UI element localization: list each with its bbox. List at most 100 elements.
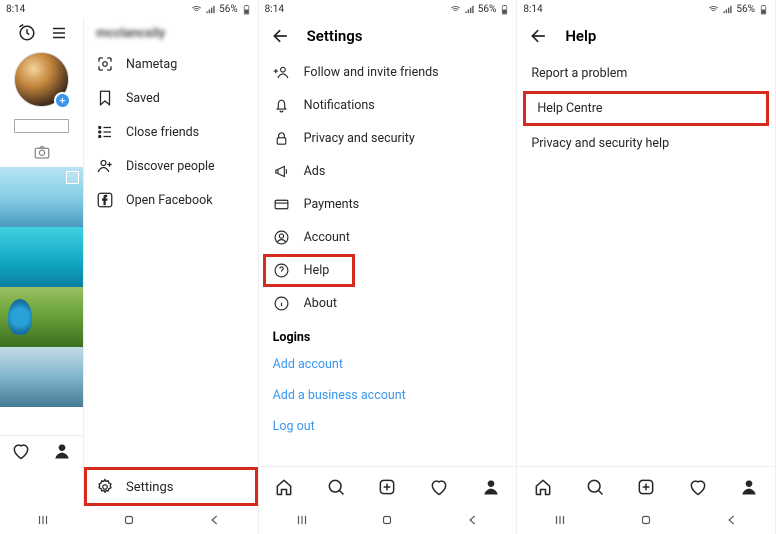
help-item-privacy-help[interactable]: Privacy and security help — [517, 126, 775, 161]
hamburger-icon[interactable] — [50, 24, 68, 42]
help-item-help-centre[interactable]: Help Centre — [523, 91, 769, 126]
sys-back-icon[interactable] — [208, 513, 222, 527]
settings-item-label: About — [304, 296, 337, 311]
logins-section-title: Logins — [263, 320, 513, 349]
settings-list: Follow and invite friends Notifications … — [259, 56, 517, 466]
avatar[interactable] — [14, 52, 69, 107]
drawer-item-discover[interactable]: Discover people — [84, 149, 258, 183]
profile-icon[interactable] — [739, 477, 759, 497]
panel-help: 8:14 56% Help Report a problem Help Cent… — [517, 0, 776, 534]
system-nav — [517, 506, 775, 534]
status-bar: 8:14 56% — [259, 0, 517, 18]
status-bar: 8:14 56% — [517, 0, 775, 18]
settings-item-account[interactable]: Account — [263, 221, 513, 254]
heart-icon[interactable] — [11, 441, 31, 461]
sys-home-icon[interactable] — [122, 513, 136, 527]
archive-icon[interactable] — [18, 24, 36, 42]
sys-back-icon[interactable] — [725, 513, 739, 527]
post-grid — [0, 167, 83, 407]
wifi-icon — [191, 4, 202, 15]
profile-icon[interactable] — [481, 477, 501, 497]
tagged-icon[interactable] — [33, 143, 51, 161]
profile-left-strip — [0, 18, 83, 506]
sys-home-icon[interactable] — [639, 513, 653, 527]
system-nav — [259, 506, 517, 534]
back-icon[interactable] — [271, 26, 291, 46]
settings-item-privacy[interactable]: Privacy and security — [263, 122, 513, 155]
page-title: Settings — [307, 27, 363, 45]
heart-icon[interactable] — [429, 477, 449, 497]
signal-icon — [205, 4, 216, 15]
sys-recent-icon[interactable] — [36, 513, 50, 527]
drawer-item-nametag[interactable]: Nametag — [84, 47, 258, 81]
search-icon[interactable] — [585, 477, 605, 497]
sys-back-icon[interactable] — [466, 513, 480, 527]
bottom-nav — [259, 466, 517, 506]
panel-profile-drawer: 8:14 56% — [0, 0, 259, 534]
heart-icon[interactable] — [688, 477, 708, 497]
help-item-label: Report a problem — [531, 66, 627, 81]
signal-icon — [722, 4, 733, 15]
add-post-icon[interactable] — [636, 477, 656, 497]
wifi-icon — [708, 4, 719, 15]
help-header: Help — [517, 18, 775, 56]
settings-item-help[interactable]: Help — [263, 254, 356, 287]
status-bar: 8:14 56% — [0, 0, 258, 18]
help-icon — [273, 262, 290, 279]
home-icon[interactable] — [274, 477, 294, 497]
status-battery-pct: 56% — [478, 4, 497, 15]
sys-home-icon[interactable] — [380, 513, 394, 527]
post-thumbnail[interactable] — [0, 167, 83, 227]
settings-item-payments[interactable]: Payments — [263, 188, 513, 221]
home-icon[interactable] — [533, 477, 553, 497]
bottom-nav — [517, 466, 775, 506]
status-time: 8:14 — [265, 4, 284, 15]
system-nav — [0, 506, 258, 534]
post-thumbnail[interactable] — [0, 227, 83, 287]
help-item-label: Help Centre — [537, 101, 602, 116]
drawer-item-settings[interactable]: Settings — [84, 467, 258, 506]
battery-icon — [758, 4, 769, 15]
battery-icon — [241, 4, 252, 15]
back-icon[interactable] — [529, 26, 549, 46]
drawer-item-label: Close friends — [126, 125, 199, 140]
drawer-item-close-friends[interactable]: Close friends — [84, 115, 258, 149]
drawer-username[interactable]: mcclancsily — [84, 18, 258, 47]
drawer-item-open-facebook[interactable]: Open Facebook — [84, 183, 258, 217]
add-business-account-link[interactable]: Add a business account — [263, 380, 513, 411]
post-thumbnail[interactable] — [0, 287, 83, 347]
bell-icon — [273, 97, 290, 114]
status-right: 56% — [191, 4, 252, 15]
drawer-item-label: Discover people — [126, 159, 215, 174]
logout-link[interactable]: Log out — [263, 411, 513, 442]
search-icon[interactable] — [326, 477, 346, 497]
panel-settings: 8:14 56% Settings Follow and invite frie… — [259, 0, 518, 534]
edit-profile-button[interactable] — [14, 119, 69, 133]
bookmark-icon — [96, 89, 114, 107]
add-account-link[interactable]: Add account — [263, 349, 513, 380]
drawer-item-saved[interactable]: Saved — [84, 81, 258, 115]
settings-header: Settings — [259, 18, 517, 56]
status-battery-pct: 56% — [219, 4, 238, 15]
settings-item-ads[interactable]: Ads — [263, 155, 513, 188]
sys-recent-icon[interactable] — [553, 513, 567, 527]
settings-item-label: Account — [304, 230, 350, 245]
help-list: Report a problem Help Centre Privacy and… — [517, 56, 775, 466]
help-item-report[interactable]: Report a problem — [517, 56, 775, 91]
battery-icon — [499, 4, 510, 15]
wifi-icon — [450, 4, 461, 15]
settings-item-follow[interactable]: Follow and invite friends — [263, 56, 513, 89]
facebook-icon — [96, 191, 114, 209]
profile-icon[interactable] — [52, 441, 72, 461]
add-post-icon[interactable] — [377, 477, 397, 497]
info-icon — [273, 295, 290, 312]
settings-item-label: Follow and invite friends — [304, 65, 439, 80]
avatar-add-icon[interactable] — [54, 92, 71, 109]
discover-people-icon — [96, 157, 114, 175]
settings-item-notifications[interactable]: Notifications — [263, 89, 513, 122]
settings-item-about[interactable]: About — [263, 287, 513, 320]
gear-icon — [96, 478, 114, 496]
drawer-item-label: Nametag — [126, 57, 177, 72]
sys-recent-icon[interactable] — [295, 513, 309, 527]
post-thumbnail[interactable] — [0, 347, 83, 407]
